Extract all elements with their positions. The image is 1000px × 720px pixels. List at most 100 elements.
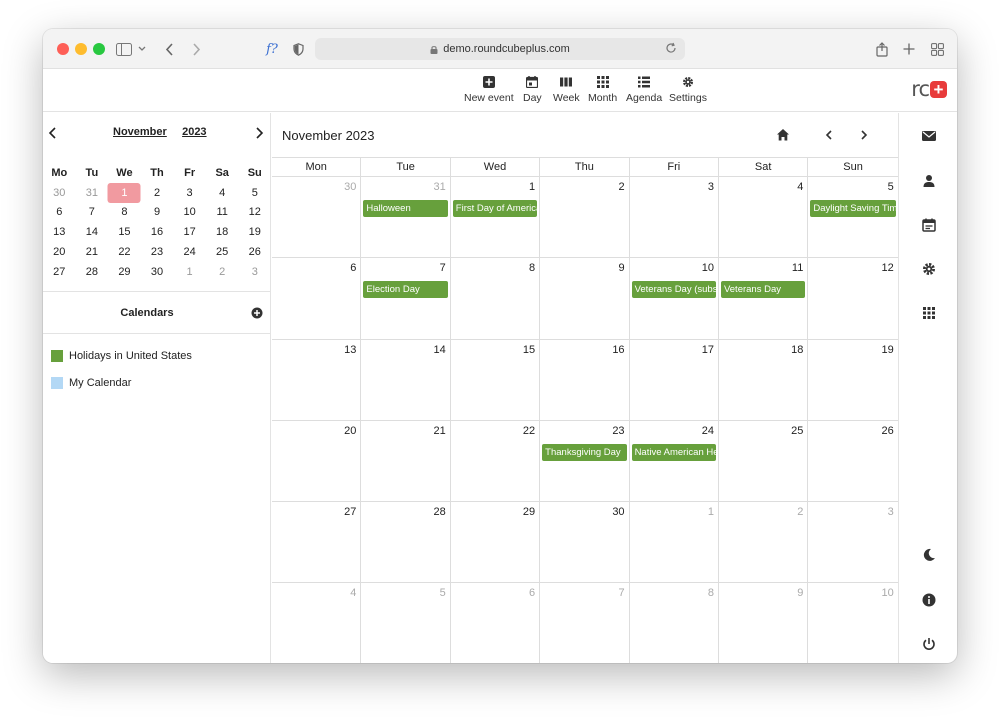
day-number[interactable]: 27 bbox=[344, 506, 356, 518]
mini-day[interactable]: 6 bbox=[43, 206, 76, 218]
day-cell[interactable]: 6 bbox=[451, 583, 541, 663]
day-number[interactable]: 22 bbox=[523, 425, 535, 437]
day-number[interactable]: 1 bbox=[708, 506, 714, 518]
mini-day[interactable]: 24 bbox=[173, 246, 206, 258]
day-number[interactable]: 2 bbox=[618, 181, 624, 193]
day-cell[interactable]: 28 bbox=[361, 502, 451, 583]
mail-button[interactable] bbox=[899, 124, 957, 148]
mini-day[interactable]: 2 bbox=[206, 266, 239, 278]
share-icon[interactable] bbox=[874, 39, 890, 59]
day-number[interactable]: 6 bbox=[529, 587, 535, 599]
day-cell[interactable]: 2 bbox=[719, 502, 809, 583]
mini-day[interactable]: 3 bbox=[173, 187, 206, 199]
day-number[interactable]: 20 bbox=[344, 425, 356, 437]
logout-button[interactable] bbox=[899, 632, 957, 656]
day-cell[interactable]: 8 bbox=[630, 583, 719, 663]
mini-day-today[interactable]: 1 bbox=[108, 187, 141, 199]
calendar-button[interactable] bbox=[899, 213, 957, 237]
day-number[interactable]: 28 bbox=[434, 506, 446, 518]
day-number[interactable]: 21 bbox=[434, 425, 446, 437]
add-calendar-icon[interactable] bbox=[251, 307, 263, 319]
day-cell[interactable]: 9 bbox=[719, 583, 809, 663]
day-number[interactable]: 12 bbox=[881, 262, 893, 274]
day-cell[interactable]: 4 bbox=[272, 583, 362, 663]
day-cell[interactable]: 11 Veterans Day bbox=[719, 258, 809, 339]
mini-day[interactable]: 26 bbox=[238, 246, 271, 258]
mini-day[interactable]: 19 bbox=[238, 226, 271, 238]
day-cell[interactable]: 21 bbox=[361, 420, 451, 502]
mini-day[interactable]: 30 bbox=[141, 266, 174, 278]
mini-day[interactable]: 22 bbox=[108, 246, 141, 258]
address-bar[interactable]: demo.roundcubeplus.com bbox=[315, 38, 685, 60]
tab-overview-icon[interactable] bbox=[929, 39, 945, 59]
next-month-nav-icon[interactable] bbox=[856, 127, 872, 143]
sidebar-toggle-icon[interactable] bbox=[116, 39, 146, 59]
event-native-american-heritage[interactable]: Native American Her bbox=[631, 443, 716, 461]
day-number[interactable]: 17 bbox=[702, 344, 714, 356]
mini-day[interactable]: 10 bbox=[173, 206, 206, 218]
day-cell[interactable]: 7 Election Day bbox=[361, 258, 451, 339]
event-veterans-day[interactable]: Veterans Day bbox=[720, 281, 806, 299]
day-number[interactable]: 19 bbox=[881, 344, 893, 356]
mini-day[interactable]: 25 bbox=[206, 246, 239, 258]
agenda-view-button[interactable]: Agenda bbox=[626, 76, 662, 104]
day-cell[interactable]: 18 bbox=[719, 339, 809, 420]
extension-icon[interactable]: f? bbox=[261, 39, 283, 59]
mini-day[interactable]: 27 bbox=[43, 266, 76, 278]
day-cell[interactable]: 9 bbox=[540, 258, 630, 339]
day-number[interactable]: 3 bbox=[888, 506, 894, 518]
day-cell[interactable]: 17 bbox=[630, 339, 719, 420]
mini-day[interactable]: 11 bbox=[206, 206, 239, 218]
day-cell[interactable]: 15 bbox=[451, 339, 541, 420]
day-number[interactable]: 7 bbox=[618, 587, 624, 599]
dark-mode-button[interactable] bbox=[899, 543, 957, 567]
mini-day[interactable]: 2 bbox=[141, 187, 174, 199]
day-number[interactable]: 29 bbox=[523, 506, 535, 518]
day-number[interactable]: 8 bbox=[529, 262, 535, 274]
day-cell[interactable]: 29 bbox=[451, 502, 541, 583]
mini-day[interactable]: 16 bbox=[141, 226, 174, 238]
day-cell[interactable]: 30 bbox=[272, 177, 362, 258]
day-number[interactable]: 15 bbox=[523, 344, 535, 356]
event-veterans-day-substitute[interactable]: Veterans Day (subst bbox=[631, 281, 716, 299]
day-number[interactable]: 30 bbox=[612, 506, 624, 518]
day-cell[interactable]: 19 bbox=[808, 340, 897, 420]
day-number[interactable]: 9 bbox=[618, 262, 624, 274]
day-cell[interactable]: 22 bbox=[451, 420, 541, 502]
day-cell[interactable]: 6 bbox=[272, 258, 362, 339]
mini-day[interactable]: 12 bbox=[238, 206, 271, 218]
day-number[interactable]: 23 bbox=[612, 425, 624, 437]
mini-day[interactable]: 4 bbox=[206, 187, 239, 199]
event-thanksgiving[interactable]: Thanksgiving Day bbox=[542, 443, 627, 461]
day-number[interactable]: 11 bbox=[792, 262, 803, 274]
mini-year-link[interactable]: 2023 bbox=[182, 126, 206, 138]
day-cell[interactable]: 12 bbox=[808, 258, 897, 338]
apps-button[interactable] bbox=[899, 301, 957, 325]
mini-day[interactable]: 5 bbox=[238, 187, 271, 199]
day-cell[interactable]: 13 bbox=[272, 339, 362, 420]
day-number[interactable]: 1 bbox=[529, 181, 535, 193]
event-election-day[interactable]: Election Day bbox=[363, 281, 448, 299]
mini-day[interactable]: 8 bbox=[108, 206, 141, 218]
mini-day[interactable]: 13 bbox=[43, 226, 76, 238]
day-number[interactable]: 16 bbox=[612, 344, 624, 356]
mini-day[interactable]: 28 bbox=[76, 266, 109, 278]
day-number[interactable]: 9 bbox=[797, 587, 803, 599]
day-cell[interactable]: 30 bbox=[540, 502, 630, 583]
day-number[interactable]: 14 bbox=[434, 344, 446, 356]
day-number[interactable]: 31 bbox=[434, 181, 446, 193]
new-event-button[interactable]: New event bbox=[464, 76, 514, 104]
mini-day[interactable]: 7 bbox=[76, 206, 109, 218]
day-cell[interactable]: 2 bbox=[540, 177, 630, 258]
day-cell[interactable]: 5 bbox=[361, 583, 451, 663]
mini-day[interactable]: 9 bbox=[141, 206, 174, 218]
month-view-button[interactable]: Month bbox=[588, 76, 617, 104]
day-cell[interactable]: 16 bbox=[540, 339, 630, 420]
day-cell[interactable]: 10 Veterans Day (subst bbox=[630, 258, 719, 339]
day-number[interactable]: 18 bbox=[791, 344, 803, 356]
home-icon[interactable] bbox=[775, 127, 791, 143]
day-view-button[interactable]: Day bbox=[523, 76, 542, 104]
mini-day[interactable]: 23 bbox=[141, 246, 174, 258]
mini-day[interactable]: 31 bbox=[76, 187, 109, 199]
day-number[interactable]: 13 bbox=[344, 344, 356, 356]
